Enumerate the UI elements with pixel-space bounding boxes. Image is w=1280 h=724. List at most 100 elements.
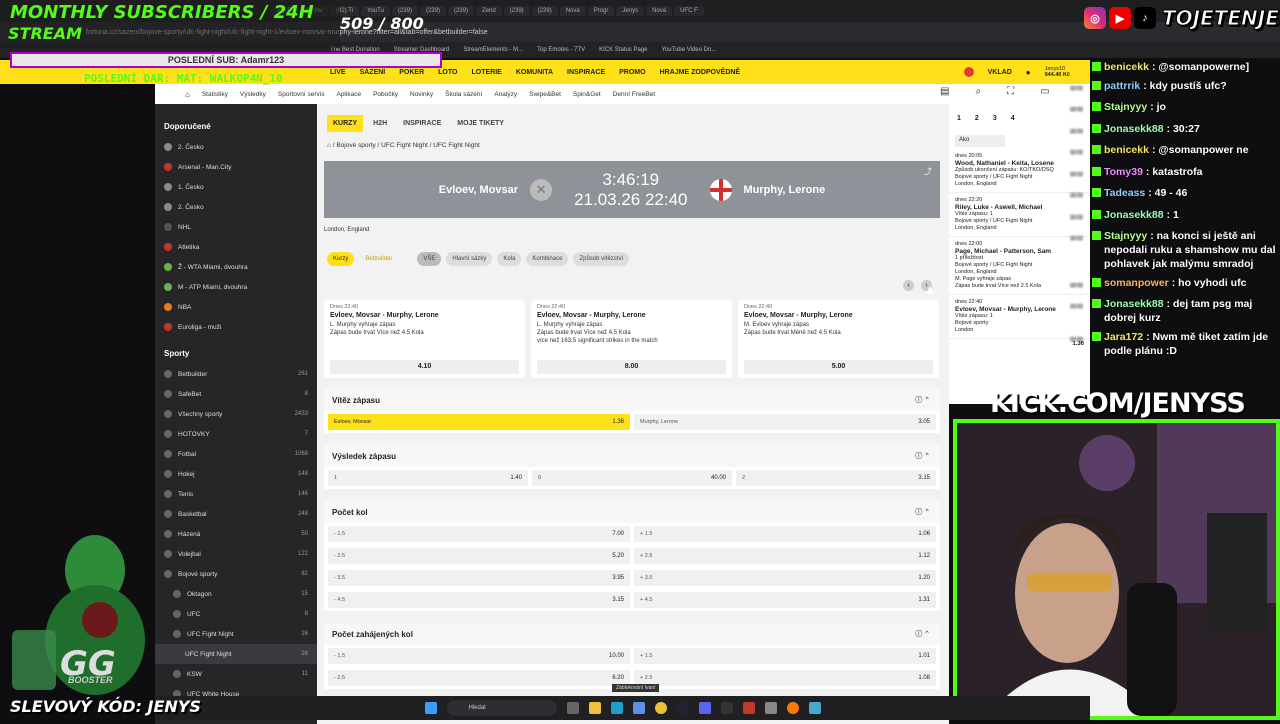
nav-link[interactable]: KOMUNITA [516,69,553,76]
market-header[interactable]: Počet zahájených kol ⓘ ⌃ [324,623,940,645]
betslip-entry[interactable]: dnes 22:40 Evloev, Movsar - Murphy, Leron… [949,295,1090,339]
subnav-link[interactable]: Pobočky [373,91,398,98]
betslip-entry[interactable]: dnes 20:05 Wood, Nathaniel - Keita, Losen… [949,149,1090,193]
browser-tab[interactable]: Jenys [616,6,645,16]
bookmark[interactable]: YouTube Video Do... [662,47,717,53]
odds-button[interactable]: - 1.5 7.00 [328,526,630,542]
browser-tab[interactable]: Progr [587,6,615,16]
browser-tab[interactable]: (239) [503,6,530,16]
betbuilder-card[interactable]: Dnes 22:40 Evloev, Movsar - Murphy, Leron… [324,300,525,378]
chat-app-icon[interactable] [764,702,777,714]
nav-link[interactable]: LOTO [438,69,457,76]
sidebar-sport-item[interactable]: UFC Fight Night 26 [155,624,317,644]
odds-button[interactable]: + 2.5 1.12 [634,548,936,564]
chat-username[interactable]: benicekk [1104,61,1149,73]
info-chevron-icon[interactable]: ⓘ ⌃ [915,395,930,405]
betslip-tab[interactable]: 3 [993,115,997,122]
card-odd-button[interactable]: 5.00 [744,360,933,374]
sidebar-recommended-item[interactable]: 2. Česko [155,137,317,157]
sidebar-recommended-item[interactable]: NHL [155,217,317,237]
browser-tab[interactable]: Nová [646,6,673,16]
subnav-link[interactable]: Aplikace [336,91,361,98]
sidebar-recommended-item[interactable]: 2. Česko [155,197,317,217]
odds-button[interactable]: 2 3.15 [736,470,936,486]
subnav-link[interactable]: Swipe&Bet [529,91,561,98]
filter-pill[interactable]: VŠE [417,252,442,266]
filter-pill[interactable]: Způsob vítězství [573,252,630,266]
browser-tab[interactable]: (239) [447,6,474,16]
betslip-tab[interactable]: 2 [975,115,979,122]
sidebar-recommended-item[interactable]: Ž - WTA Miami, dvouhra [155,257,317,277]
odds-button[interactable]: 0 40.00 [532,470,732,486]
sidebar-sport-item[interactable]: HOTOVKY 7 [155,424,317,444]
sidebar-sport-item[interactable]: Volejbal 122 [155,544,317,564]
filter-pill[interactable]: Hlavní sázky [446,252,493,266]
sidebar-sport-item[interactable]: Tenis 146 [155,484,317,504]
home-icon[interactable]: ⌂ / [327,142,336,149]
sidebar-sport-item[interactable]: UFC 8 [155,604,317,624]
carousel-prev-icon[interactable]: ‹ [903,280,914,291]
sidebar-sport-item[interactable]: Basketbal 248 [155,504,317,524]
chat-username[interactable]: Tomy39 [1104,166,1143,178]
steam-icon[interactable] [676,702,689,714]
chat-username[interactable]: Tadeass [1104,187,1145,199]
odds-button[interactable]: + 1.5 1.01 [634,648,936,664]
bell-icon[interactable] [963,67,974,77]
chat-username[interactable]: Jara172 [1104,331,1143,343]
sidebar-sport-item[interactable]: Házená 50 [155,524,317,544]
market-header[interactable]: Počet kol ⓘ ⌃ [324,501,940,523]
chat-username[interactable]: somanpower [1104,277,1169,289]
mode-betbuilder[interactable]: Betbuilder [359,252,398,266]
betslip-entry[interactable]: dnes 22:00 Page, Michael - Patterson, Sam… [949,237,1090,295]
betslip-tab[interactable]: 4 [1011,115,1015,122]
betbuilder-card[interactable]: Dnes 22:40 Evloev, Movsar - Murphy, Leron… [738,300,939,378]
bookmark[interactable]: StreamElements - M... [463,47,523,53]
nav-link[interactable]: LOTERIE [471,69,501,76]
chrome-icon[interactable] [654,702,667,714]
chat-username[interactable]: Stajnyyy [1104,230,1147,242]
tab-h2h[interactable]: H2H [367,115,393,132]
sidebar-recommended-item[interactable]: Atletika [155,237,317,257]
obs-icon[interactable] [720,702,733,714]
chat-username[interactable]: pattrrik [1104,80,1140,92]
nav-link[interactable]: HRAJME ZODPOVĚDNĚ [660,69,741,76]
stream-app-icon[interactable] [742,702,755,714]
bookmark[interactable]: Top Emotes - 7TV [537,47,585,53]
breadcrumb-item[interactable]: UFC Fight Night [433,142,480,149]
info-chevron-icon[interactable]: ⓘ ⌃ [915,507,930,517]
chat-icon[interactable]: ▭ [1040,86,1049,97]
filter-pill[interactable]: Kombinace [526,252,569,266]
betbuilder-card[interactable]: Dnes 22:40 Evloev, Movsar - Murphy, Leron… [531,300,732,378]
odds-button[interactable]: - 2.5 6.20 [328,670,630,686]
odds-button[interactable]: + 1.5 1.06 [634,526,936,542]
sidebar-recommended-item[interactable]: NBA [155,297,317,317]
card-odd-button[interactable]: 4.10 [330,360,519,374]
card-odd-button[interactable]: 8.00 [537,360,726,374]
sidebar-sport-item[interactable]: Bojové sporty 82 [155,564,317,584]
tab-moje-tikety[interactable]: MOJE TIKETY [451,115,510,132]
nav-link[interactable]: INSPIRACE [567,69,605,76]
odds-button[interactable]: - 1.5 10.00 [328,648,630,664]
chat-username[interactable]: Jonasekk88 [1104,209,1164,221]
subnav-link[interactable]: Sportovní servis [278,91,325,98]
odds-button[interactable]: - 2.5 5.20 [328,548,630,564]
chat-username[interactable]: Jonasekk88 [1104,123,1164,135]
breadcrumb-item[interactable]: Bojové sporty [336,142,375,149]
notes-icon[interactable] [808,702,821,714]
tab-inspirace[interactable]: INSPIRACE [397,115,447,132]
filter-pill[interactable]: Kola [497,252,522,266]
betslip-select[interactable]: Ako [955,135,1005,147]
breadcrumb-item[interactable]: UFC Fight Night [381,142,428,149]
sidebar-recommended-item[interactable]: 1. Česko [155,177,317,197]
sidebar-sport-item[interactable]: Fotbal 1068 [155,444,317,464]
subnav-link[interactable]: Spin&Get [573,91,601,98]
share-icon[interactable]: ⤴ [924,166,932,177]
browser-tab[interactable]: Zend [475,6,502,16]
account-info[interactable]: Jenys10 944.40 Kč [1045,66,1070,78]
subnav-link[interactable]: Denní FreeBet [613,91,655,98]
market-header[interactable]: Vítěz zápasu ⓘ ⌃ [324,389,940,411]
windows-start-icon[interactable] [424,702,437,714]
explorer-icon[interactable] [588,702,601,714]
browser-icon[interactable] [786,702,799,714]
subnav-link[interactable]: Statistiky [202,91,228,98]
